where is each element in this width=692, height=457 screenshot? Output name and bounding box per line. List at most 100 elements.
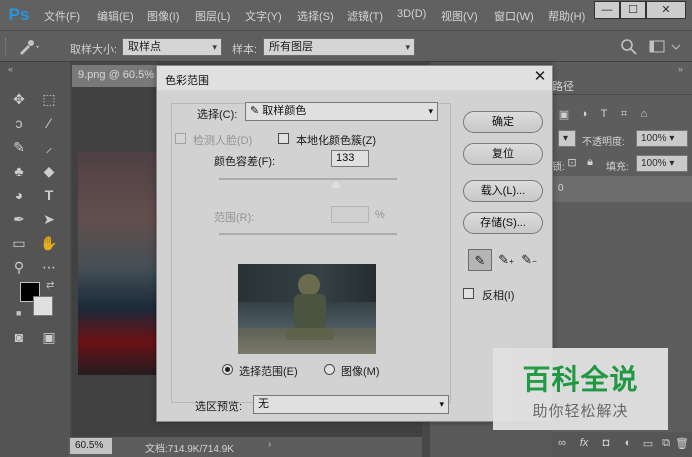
hand-tool-icon[interactable]: ✋ xyxy=(38,232,60,254)
fx-icon[interactable]: fx xyxy=(576,437,592,449)
range-unit: % xyxy=(375,209,385,221)
path-selection-tool-icon[interactable]: ➤ xyxy=(38,208,60,230)
fuzziness-slider-track[interactable] xyxy=(219,178,397,180)
trash-icon[interactable]: 🗑︎ xyxy=(674,437,690,450)
eraser-tool-icon[interactable]: ◆ xyxy=(38,160,60,182)
minimize-button[interactable]: — xyxy=(594,1,620,19)
screen-mode-icon[interactable]: ▣ xyxy=(38,326,60,348)
fuzziness-input[interactable]: 133 xyxy=(331,150,369,167)
maximize-button[interactable]: ☐ xyxy=(620,1,646,19)
ok-button[interactable]: 确定 xyxy=(463,111,543,133)
menu-3d[interactable]: 3D(D) xyxy=(397,8,426,20)
localized-clusters-checkbox[interactable] xyxy=(278,133,289,144)
fill-field[interactable]: 100% ▾ xyxy=(636,155,688,172)
layer-row[interactable]: 0 xyxy=(552,176,692,202)
eyedropper-add-icon[interactable]: ✎+ xyxy=(494,249,518,271)
shape-filter-icon[interactable]: ⌗ xyxy=(616,108,632,121)
chevron-right-icon[interactable]: › xyxy=(268,439,271,450)
preview-figure-head xyxy=(298,274,320,296)
background-color-swatch[interactable] xyxy=(33,296,53,316)
blend-mode-dropdown[interactable]: ▾ xyxy=(558,130,576,147)
menu-help[interactable]: 帮助(H) xyxy=(548,8,585,24)
quick-mask-icon[interactable]: ◙ xyxy=(8,326,30,348)
image-filter-icon[interactable]: ▣ xyxy=(556,108,572,121)
eyedropper-sample-icon[interactable]: ✎ xyxy=(468,249,492,271)
paint-bucket-tool-icon[interactable]: ◕ xyxy=(8,184,30,206)
paths-tab[interactable]: 路径 xyxy=(552,78,574,94)
toolbox: « ✥ ⬚ ↄ ⁄ ✎ ⸝ ♣ ◆ ◕ T ✒ ➤ ▭ ✋ ⚲ ⋯ ⇄ ■ ◙ … xyxy=(0,62,70,457)
type-tool-icon[interactable]: T xyxy=(38,184,60,206)
menu-filter[interactable]: 滤镜(T) xyxy=(347,8,383,24)
smart-object-filter-icon[interactable]: ⌂ xyxy=(636,108,652,120)
rectangle-tool-icon[interactable]: ▭ xyxy=(8,232,30,254)
group-icon[interactable]: ▭ xyxy=(640,437,656,450)
type-filter-icon[interactable]: T xyxy=(596,108,612,120)
load-button[interactable]: 载入(L)... xyxy=(463,180,543,202)
eyedropper-subtract-icon[interactable]: ✎− xyxy=(517,249,541,271)
range-slider-track[interactable] xyxy=(219,233,397,235)
sample-dropdown[interactable]: 所有图层 ▾ xyxy=(263,38,415,56)
view-selection-radio[interactable] xyxy=(222,364,233,375)
selection-preview-label: 选区预览: xyxy=(195,401,243,413)
menu-view[interactable]: 视图(V) xyxy=(441,8,478,24)
view-image-radio[interactable] xyxy=(324,364,335,375)
selection-preview-image xyxy=(238,264,376,354)
sample-label: 样本: xyxy=(232,44,258,56)
save-button[interactable]: 存储(S)... xyxy=(463,212,543,234)
reset-button[interactable]: 复位 xyxy=(463,143,543,165)
close-icon[interactable]: ✕ xyxy=(530,67,550,87)
menu-image[interactable]: 图像(I) xyxy=(147,8,179,24)
fuzziness-slider-handle[interactable] xyxy=(331,180,341,188)
adjustment-filter-icon[interactable]: ◑ xyxy=(576,108,592,120)
lasso-tool-icon[interactable]: ↄ xyxy=(8,112,30,134)
document-tab[interactable]: 9.png @ 60.5% xyxy=(72,65,162,87)
collapse-panel-icon[interactable]: » xyxy=(678,64,683,74)
sample-size-dropdown[interactable]: 取样点 ▾ xyxy=(122,38,222,56)
layer-name: 0 xyxy=(558,183,564,194)
watermark-subtitle: 助你轻松解决 xyxy=(532,403,629,420)
menu-window[interactable]: 窗口(W) xyxy=(494,8,534,24)
search-icon[interactable] xyxy=(620,38,638,56)
more-tools-icon[interactable]: ⋯ xyxy=(38,256,60,278)
fill-value: 100% xyxy=(641,158,667,169)
default-colors-icon[interactable]: ■ xyxy=(16,308,21,318)
detect-faces-label: 检测人脸(D) xyxy=(193,135,253,147)
zoom-level-field[interactable]: 60.5% xyxy=(70,438,112,454)
menu-type[interactable]: 文字(Y) xyxy=(245,8,282,24)
link-layers-icon[interactable]: ∞ xyxy=(554,437,570,449)
opacity-field[interactable]: 100% ▾ xyxy=(636,130,688,147)
move-tool-icon[interactable]: ✥ xyxy=(8,88,30,110)
range-input[interactable] xyxy=(331,206,369,223)
lock-transparent-icon[interactable]: ⊡ xyxy=(564,156,580,169)
invert-checkbox[interactable] xyxy=(463,288,474,299)
close-window-button[interactable]: ✕ xyxy=(646,1,686,19)
adjustment-layer-icon[interactable]: ◐ xyxy=(620,437,636,449)
menu-edit[interactable]: 编辑(E) xyxy=(97,8,134,24)
eyedropper-tool-icon[interactable] xyxy=(16,37,42,57)
new-layer-icon[interactable]: ⧉ xyxy=(658,437,674,450)
brush-tool-icon[interactable]: ⸝ xyxy=(38,136,60,158)
selection-preview-value: 无 xyxy=(258,398,269,410)
marquee-tool-icon[interactable]: ⬚ xyxy=(38,88,60,110)
lock-all-icon[interactable]: 🔒︎ xyxy=(582,156,598,169)
collapse-icon[interactable]: « xyxy=(8,64,13,74)
menu-layer[interactable]: 图层(L) xyxy=(195,8,230,24)
selection-preview-dropdown[interactable]: 无 ▾ xyxy=(253,395,449,414)
eyedropper-small-icon: ✎ xyxy=(250,105,260,117)
stamp-tool-icon[interactable]: ♣ xyxy=(8,160,30,182)
menu-file[interactable]: 文件(F) xyxy=(44,8,80,24)
mask-icon[interactable]: ◘ xyxy=(598,437,614,449)
menu-select[interactable]: 选择(S) xyxy=(297,8,334,24)
view-image-label: 图像(M) xyxy=(341,366,380,378)
panel-divider xyxy=(552,94,692,95)
select-dropdown[interactable]: ✎ 取样颜色 ▾ xyxy=(245,102,438,121)
eyedropper-icon[interactable]: ✎ xyxy=(8,136,30,158)
magic-wand-tool-icon[interactable]: ⁄ xyxy=(38,112,60,134)
pen-tool-icon[interactable]: ✒ xyxy=(8,208,30,230)
detect-faces-checkbox[interactable] xyxy=(175,133,186,144)
watermark: 百科全说 助你轻松解决 xyxy=(493,348,668,430)
zoom-tool-icon[interactable]: ⚲ xyxy=(8,256,30,278)
workspace-icon[interactable] xyxy=(648,38,682,56)
swap-colors-icon[interactable]: ⇄ xyxy=(46,280,54,291)
fuzziness-label: 颜色容差(F): xyxy=(214,156,276,168)
